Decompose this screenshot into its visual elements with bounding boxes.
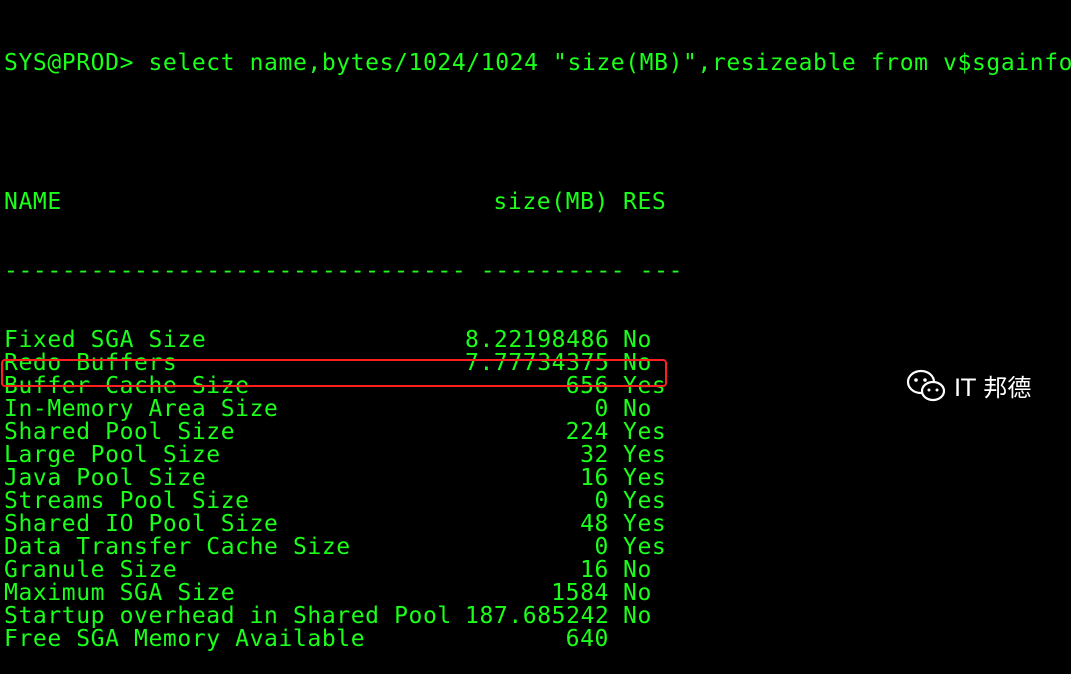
cell-size: 32 bbox=[580, 442, 609, 468]
table-row: Java Pool Size 16 Yes bbox=[4, 467, 1071, 490]
watermark: IT 邦德 bbox=[906, 368, 1031, 403]
cell-name: Data Transfer Cache Size bbox=[4, 534, 351, 560]
cell-name: Maximum SGA Size bbox=[4, 580, 236, 606]
table-header: NAME size(MB) RES bbox=[4, 191, 1071, 214]
cell-res bbox=[609, 628, 683, 651]
watermark-text: IT 邦德 bbox=[954, 374, 1032, 402]
cell-name: Startup overhead in Shared Pool bbox=[4, 603, 452, 629]
cell-size: 48 bbox=[580, 511, 609, 537]
cell-res: Yes bbox=[623, 442, 667, 468]
cell-res: Yes bbox=[623, 534, 667, 560]
cell-res: No bbox=[623, 327, 652, 353]
cell-res: No bbox=[623, 580, 652, 606]
cell-size: 0 bbox=[594, 396, 609, 422]
cell-res: No bbox=[623, 557, 652, 583]
cell-size: 8.22198486 bbox=[465, 327, 610, 353]
cell-res: Yes bbox=[623, 488, 667, 514]
cell-res: Yes bbox=[623, 419, 667, 445]
highlight-box bbox=[1, 359, 667, 387]
cell-res: Yes bbox=[623, 465, 667, 491]
cell-size: 0 bbox=[594, 534, 609, 560]
cell-size: 1584 bbox=[551, 580, 609, 606]
cell-name: Granule Size bbox=[4, 557, 178, 583]
header-name: NAME bbox=[4, 189, 62, 215]
cell-name: Fixed SGA Size bbox=[4, 327, 207, 353]
cell-size: 16 bbox=[580, 465, 609, 491]
cell-name: Streams Pool Size bbox=[4, 488, 250, 514]
table-row: Free SGA Memory Available 640 bbox=[4, 628, 1071, 651]
header-res: RES bbox=[623, 189, 667, 215]
cell-size: 640 bbox=[565, 626, 609, 652]
cell-res: No bbox=[623, 603, 652, 629]
cell-name: Java Pool Size bbox=[4, 465, 207, 491]
cell-name: In-Memory Area Size bbox=[4, 396, 279, 422]
table-row: Startup overhead in Shared Pool 187.68524… bbox=[4, 605, 1071, 628]
table-row: Granule Size 16 No bbox=[4, 559, 1071, 582]
cell-size: 0 bbox=[594, 488, 609, 514]
table-row: Large Pool Size 32 Yes bbox=[4, 444, 1071, 467]
cell-name: Large Pool Size bbox=[4, 442, 221, 468]
table-row: Fixed SGA Size 8.22198486 No bbox=[4, 329, 1071, 352]
cell-size: 16 bbox=[580, 557, 609, 583]
table-row: Streams Pool Size 0 Yes bbox=[4, 490, 1071, 513]
cell-name: Shared IO Pool Size bbox=[4, 511, 279, 537]
cell-name: Free SGA Memory Available bbox=[4, 626, 366, 652]
cell-size: 224 bbox=[565, 419, 609, 445]
header-size: size(MB) bbox=[493, 189, 609, 215]
sql-prompt-line[interactable]: SYS@PROD> select name,bytes/1024/1024 "s… bbox=[4, 52, 1071, 75]
cell-size: 187.685242 bbox=[465, 603, 610, 629]
cell-res: No bbox=[623, 396, 652, 422]
wechat-icon bbox=[906, 369, 946, 401]
table-row: Shared Pool Size 224 Yes bbox=[4, 421, 1071, 444]
terminal-output: SYS@PROD> select name,bytes/1024/1024 "s… bbox=[4, 6, 1071, 674]
cell-res: Yes bbox=[623, 511, 667, 537]
cell-name: Shared Pool Size bbox=[4, 419, 236, 445]
table-row: Shared IO Pool Size 48 Yes bbox=[4, 513, 1071, 536]
table-row: Data Transfer Cache Size 0 Yes bbox=[4, 536, 1071, 559]
table-row: Maximum SGA Size 1584 No bbox=[4, 582, 1071, 605]
header-separator: -------------------------------- -------… bbox=[4, 258, 684, 284]
